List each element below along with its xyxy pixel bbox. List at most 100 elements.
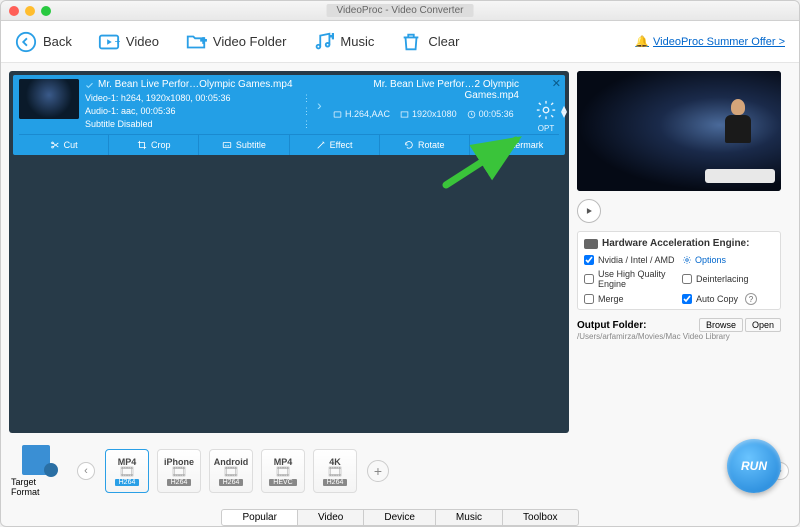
output-duration: 00:05:36 bbox=[479, 109, 514, 119]
tab-video[interactable]: Video bbox=[297, 509, 364, 526]
codec-options-label: OPT bbox=[535, 124, 557, 133]
zoom-window-button[interactable] bbox=[41, 6, 51, 16]
wand-icon bbox=[316, 140, 326, 150]
video-list-pane: ✕ Mr. Bean Live Perfor…Olympic Games.mp4… bbox=[9, 71, 569, 433]
format-card-iphone-h264[interactable]: iPhone🎞H264 bbox=[157, 449, 201, 493]
svg-text:+: + bbox=[201, 35, 207, 46]
hw-title: Hardware Acceleration Engine: bbox=[602, 238, 749, 249]
output-resolution: 1920x1080 bbox=[412, 109, 457, 119]
folder-icon: + bbox=[185, 31, 207, 53]
clear-button[interactable]: Clear bbox=[400, 31, 459, 53]
tab-popular[interactable]: Popular bbox=[221, 509, 297, 526]
film-icon bbox=[333, 110, 342, 119]
rotate-button[interactable]: Rotate bbox=[380, 135, 470, 155]
promo-label: VideoProc Summer Offer > bbox=[653, 36, 785, 48]
add-music-label: Music bbox=[340, 34, 374, 49]
resolution-icon bbox=[400, 110, 409, 119]
cut-button[interactable]: Cut bbox=[19, 135, 109, 155]
format-card-4k-h264[interactable]: 4K🎞H264 bbox=[313, 449, 357, 493]
add-video-folder-label: Video Folder bbox=[213, 34, 286, 49]
add-video-button[interactable]: + Video bbox=[98, 31, 159, 53]
subtitle-icon bbox=[222, 140, 232, 150]
video-item-card[interactable]: ✕ Mr. Bean Live Perfor…Olympic Games.mp4… bbox=[13, 75, 565, 155]
scissors-icon bbox=[50, 140, 60, 150]
nvidia-intel-amd-checkbox[interactable]: Nvidia / Intel / AMD bbox=[584, 255, 676, 265]
titlebar: VideoProc - Video Converter bbox=[1, 1, 799, 21]
window-title: VideoProc - Video Converter bbox=[327, 4, 474, 17]
hw-options-button[interactable]: Options bbox=[682, 255, 774, 265]
output-folder-path: /Users/arfamirza/Movies/Mac Video Librar… bbox=[577, 332, 781, 341]
back-icon bbox=[15, 31, 37, 53]
video-icon: + bbox=[98, 31, 120, 53]
deinterlacing-checkbox[interactable]: Deinterlacing bbox=[682, 269, 774, 289]
clear-label: Clear bbox=[428, 34, 459, 49]
person-icon bbox=[486, 140, 496, 150]
target-format-button[interactable]: Target Format bbox=[11, 445, 67, 497]
subtitle-track-menu[interactable]: ⋮ bbox=[302, 118, 311, 130]
format-prev-button[interactable]: ‹ bbox=[77, 462, 95, 480]
audio-track-menu[interactable]: ⋮ bbox=[302, 105, 311, 117]
input-audio-codec: Audio-1: aac, 00:05:36 bbox=[85, 105, 176, 117]
convert-arrow-icon: › bbox=[317, 97, 327, 113]
effect-button[interactable]: Effect bbox=[290, 135, 380, 155]
target-format-label: Target Format bbox=[11, 477, 67, 497]
film-icon: 🎞 bbox=[119, 467, 136, 477]
merge-checkbox[interactable]: Merge bbox=[584, 293, 676, 305]
play-icon bbox=[584, 206, 594, 216]
high-quality-engine-checkbox[interactable]: Use High Quality Engine bbox=[584, 269, 676, 289]
bell-icon: 🔔 bbox=[635, 35, 649, 48]
clock-icon bbox=[467, 110, 476, 119]
add-video-label: Video bbox=[126, 34, 159, 49]
auto-copy-checkbox[interactable]: Auto Copy? bbox=[682, 293, 774, 305]
open-folder-button[interactable]: Open bbox=[745, 318, 781, 332]
back-button[interactable]: Back bbox=[15, 31, 72, 53]
video-track-menu[interactable]: ⋮ bbox=[302, 92, 311, 104]
reorder-arrows[interactable]: ▴▾ bbox=[561, 105, 567, 117]
add-music-button[interactable]: + Music bbox=[312, 31, 374, 53]
crop-button[interactable]: Crop bbox=[109, 135, 199, 155]
output-folder-label: Output Folder: bbox=[577, 320, 646, 331]
film-icon: 🎞 bbox=[171, 467, 188, 477]
watermark-button[interactable]: Watermark bbox=[470, 135, 559, 155]
format-card-mp4-hevc[interactable]: MP4🎞HEVC bbox=[261, 449, 305, 493]
film-icon: 🎞 bbox=[275, 467, 292, 477]
rotate-icon bbox=[404, 140, 414, 150]
trash-icon bbox=[400, 31, 422, 53]
input-subtitle: Subtitle Disabled bbox=[85, 118, 153, 130]
format-card-mp4-h264[interactable]: MP4🎞H264 bbox=[105, 449, 149, 493]
top-toolbar: Back + Video + Video Folder + Music Clea… bbox=[1, 21, 799, 63]
minimize-window-button[interactable] bbox=[25, 6, 35, 16]
film-icon: 🎞 bbox=[327, 467, 344, 477]
input-filename: Mr. Bean Live Perfor…Olympic Games.mp4 bbox=[98, 79, 293, 91]
run-button[interactable]: RUN bbox=[727, 439, 781, 493]
svg-text:+: + bbox=[331, 31, 335, 41]
codec-options-button[interactable]: OPT bbox=[535, 99, 557, 133]
crop-icon bbox=[137, 140, 147, 150]
output-filename: Mr. Bean Live Perfor…2 Olympic Games.mp4 bbox=[333, 79, 559, 101]
add-format-button[interactable]: + bbox=[367, 460, 389, 482]
remove-video-button[interactable]: ✕ bbox=[552, 77, 561, 90]
gear-icon bbox=[535, 99, 557, 121]
check-icon bbox=[85, 81, 94, 90]
format-category-tabs: PopularVideoDeviceMusicToolbox bbox=[221, 509, 578, 526]
help-icon[interactable]: ? bbox=[745, 293, 757, 305]
music-icon: + bbox=[312, 31, 334, 53]
format-bar: Target Format ‹ MP4🎞H264iPhone🎞H264Andro… bbox=[1, 441, 799, 505]
promo-link[interactable]: 🔔 VideoProc Summer Offer > bbox=[635, 35, 785, 48]
tab-toolbox[interactable]: Toolbox bbox=[502, 509, 578, 526]
back-label: Back bbox=[43, 34, 72, 49]
svg-text:+: + bbox=[114, 35, 120, 47]
gear-icon bbox=[682, 255, 692, 265]
browse-button[interactable]: Browse bbox=[699, 318, 743, 332]
tab-device[interactable]: Device bbox=[363, 509, 436, 526]
output-codec: H.264,AAC bbox=[345, 109, 390, 119]
close-window-button[interactable] bbox=[9, 6, 19, 16]
tab-music[interactable]: Music bbox=[435, 509, 503, 526]
play-button[interactable] bbox=[577, 199, 601, 223]
format-card-android-h264[interactable]: Android🎞H264 bbox=[209, 449, 253, 493]
input-video-codec: Video-1: h264, 1920x1080, 00:05:36 bbox=[85, 92, 230, 104]
video-thumbnail bbox=[19, 79, 79, 119]
subtitle-button[interactable]: Subtitle bbox=[199, 135, 289, 155]
gear-icon bbox=[44, 463, 58, 477]
add-video-folder-button[interactable]: + Video Folder bbox=[185, 31, 286, 53]
